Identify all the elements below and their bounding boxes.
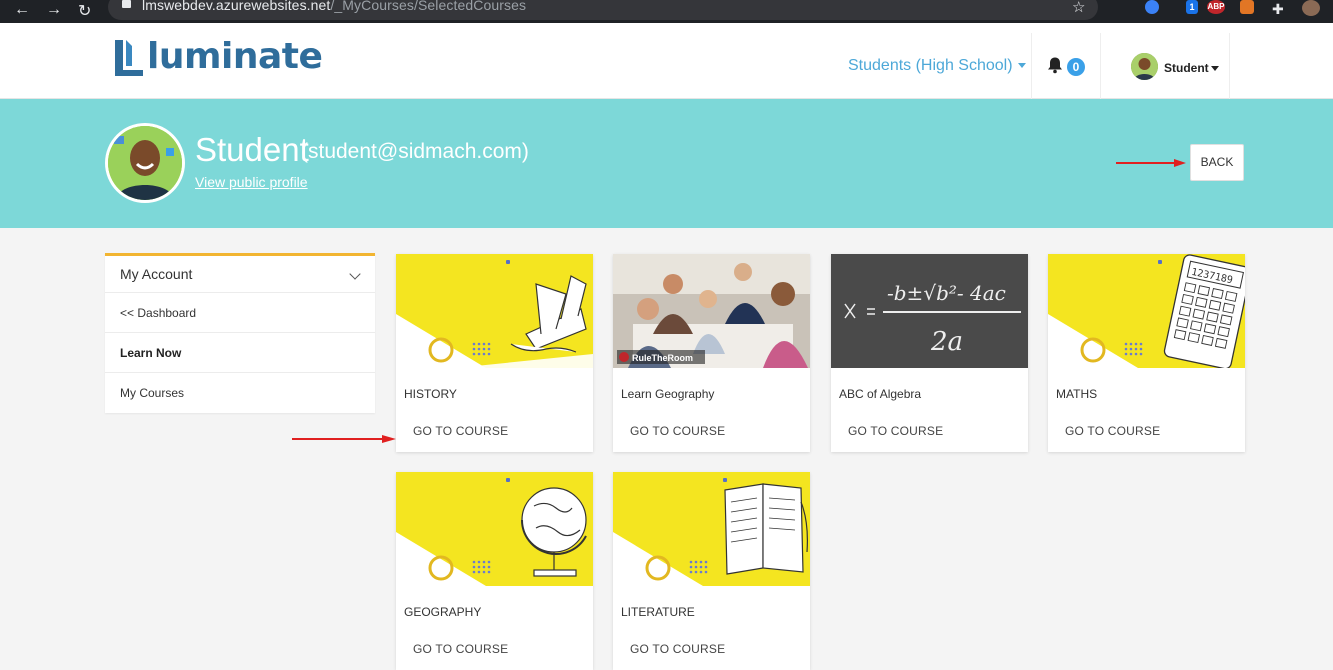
back-arrow-icon[interactable]: ← [14,1,30,19]
course-title: HISTORY [404,387,457,401]
go-to-course-button[interactable]: GO TO COURSE [630,424,725,438]
go-to-course-button[interactable]: GO TO COURSE [848,424,943,438]
browser-profile-avatar[interactable] [1302,0,1320,16]
course-title: Learn Geography [621,387,715,401]
course-title: LITERATURE [621,605,695,619]
luminate-logo[interactable]: luminate [113,36,323,83]
course-thumbnail: -b±√b²- 4ac 2a [831,254,1028,368]
annotation-arrow [1116,159,1186,167]
go-to-course-button[interactable]: GO TO COURSE [413,424,508,438]
course-card[interactable]: 1237189 MATHS GO TO COURSE [1048,254,1245,452]
course-thumbnail [396,254,593,368]
reload-icon[interactable]: ↻ [78,1,91,21]
formula-denominator: 2a [930,327,963,357]
course-thumbnail: 1237189 [1048,254,1245,368]
account-sidebar: My Account << Dashboard Learn Now My Cou… [105,253,375,413]
profile-email: (student@sidmach.com) [301,140,529,163]
svg-text:RuleTheRoom: RuleTheRoom [632,353,693,363]
sidebar-item-learn-now[interactable]: Learn Now [105,333,375,373]
profile-banner: Student (student@sidmach.com) View publi… [0,99,1333,228]
view-public-profile-link[interactable]: View public profile [195,174,308,190]
role-selector-dropdown[interactable]: Students (High School) [848,57,1026,75]
extension-badge[interactable]: 1 [1186,0,1198,14]
avatar [1131,53,1158,80]
sidebar-item-my-courses[interactable]: My Courses [105,373,375,413]
course-title: ABC of Algebra [839,387,922,401]
notification-count-badge: 0 [1067,58,1085,76]
bookmark-star-icon[interactable]: ☆ [1072,0,1085,16]
my-account-heading[interactable]: My Account [105,256,375,293]
site-header: luminate Students (High School) 0 Studen… [0,23,1333,99]
lock-icon [122,0,131,8]
sidebar-item-dashboard[interactable]: << Dashboard [105,293,375,333]
notification-bell-icon[interactable] [1046,56,1064,74]
extension-blue-icon[interactable] [1145,0,1159,14]
chevron-down-icon [1210,66,1219,72]
url-text[interactable]: lmswebdev.azurewebsites.net/_MyCourses/S… [142,0,526,13]
adblock-icon[interactable]: ABP [1207,0,1225,14]
course-card[interactable]: LITERATURE GO TO COURSE [613,472,810,670]
course-card[interactable]: GEOGRAPHY GO TO COURSE [396,472,593,670]
chevron-down-icon [1017,63,1026,69]
profile-name: Student [195,131,309,168]
annotation-arrow [292,435,396,443]
profile-avatar [105,123,185,203]
metamask-icon[interactable] [1240,0,1254,14]
course-thumbnail [613,472,810,586]
extensions-puzzle-icon[interactable]: ✚ [1272,1,1284,18]
course-thumbnail [396,472,593,586]
go-to-course-button[interactable]: GO TO COURSE [630,642,725,656]
header-divider [1100,33,1101,99]
back-button[interactable]: BACK [1190,144,1244,181]
chevron-down-icon [349,268,361,280]
course-title: GEOGRAPHY [404,605,482,619]
forward-arrow-icon[interactable]: → [46,1,62,19]
formula-numerator: -b±√b²- 4ac [887,281,1006,305]
go-to-course-button[interactable]: GO TO COURSE [1065,424,1160,438]
course-title: MATHS [1056,387,1098,401]
course-thumbnail: RuleTheRoom [613,254,810,368]
go-to-course-button[interactable]: GO TO COURSE [413,642,508,656]
header-divider [1031,33,1032,99]
course-card[interactable]: RuleTheRoom Learn Geography GO TO COURSE [613,254,810,452]
header-divider [1229,33,1230,99]
course-card[interactable]: HISTORY GO TO COURSE [396,254,593,452]
browser-toolbar: ← → ↻ lmswebdev.azurewebsites.net/_MyCou… [0,0,1333,23]
course-card[interactable]: -b±√b²- 4ac 2a ABC of Algebra GO TO COUR… [831,254,1028,452]
